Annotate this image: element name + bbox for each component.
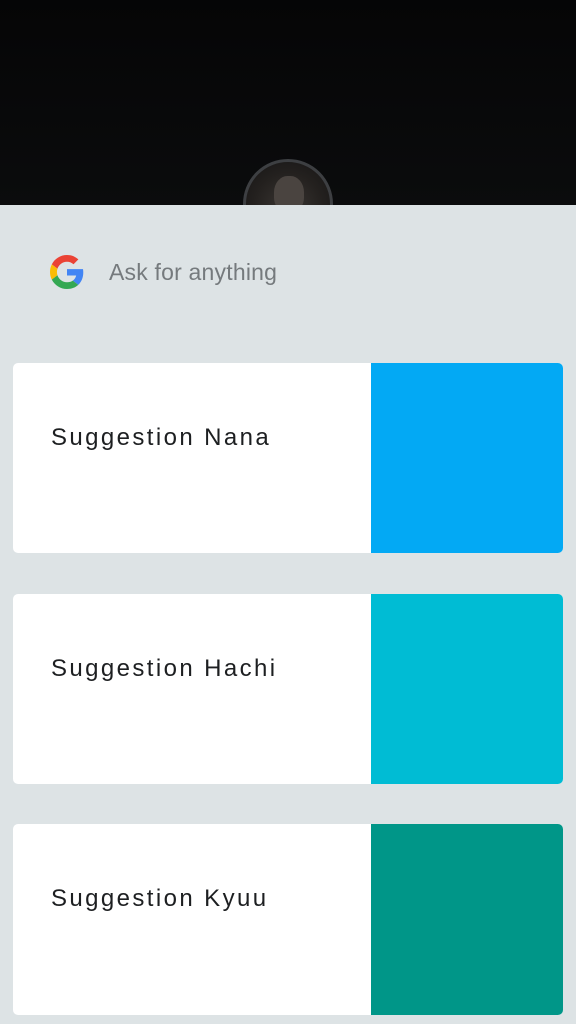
suggestion-label: Suggestion Kyuu [51,885,269,912]
user-avatar[interactable] [243,159,333,205]
suggestion-card-nana[interactable]: Suggestion Nana [13,363,563,553]
suggestion-color-swatch [371,824,563,1015]
background-scrim[interactable] [0,0,576,205]
google-g-icon [50,255,84,289]
search-placeholder: Ask for anything [109,259,278,285]
suggestion-label: Suggestion Hachi [51,655,278,682]
suggestion-card-hachi[interactable]: Suggestion Hachi [13,594,563,784]
assistant-sheet: Ask for anything Suggestion Nana Suggest… [0,205,576,1024]
suggestion-color-swatch [371,594,563,784]
search-bar[interactable]: Ask for anything [0,205,576,345]
suggestion-color-swatch [371,363,563,553]
screen: Ask for anything Suggestion Nana Suggest… [0,0,576,1024]
suggestion-label: Suggestion Nana [51,424,272,451]
avatar-silhouette [274,176,304,205]
suggestion-card-kyuu[interactable]: Suggestion Kyuu [13,824,563,1015]
